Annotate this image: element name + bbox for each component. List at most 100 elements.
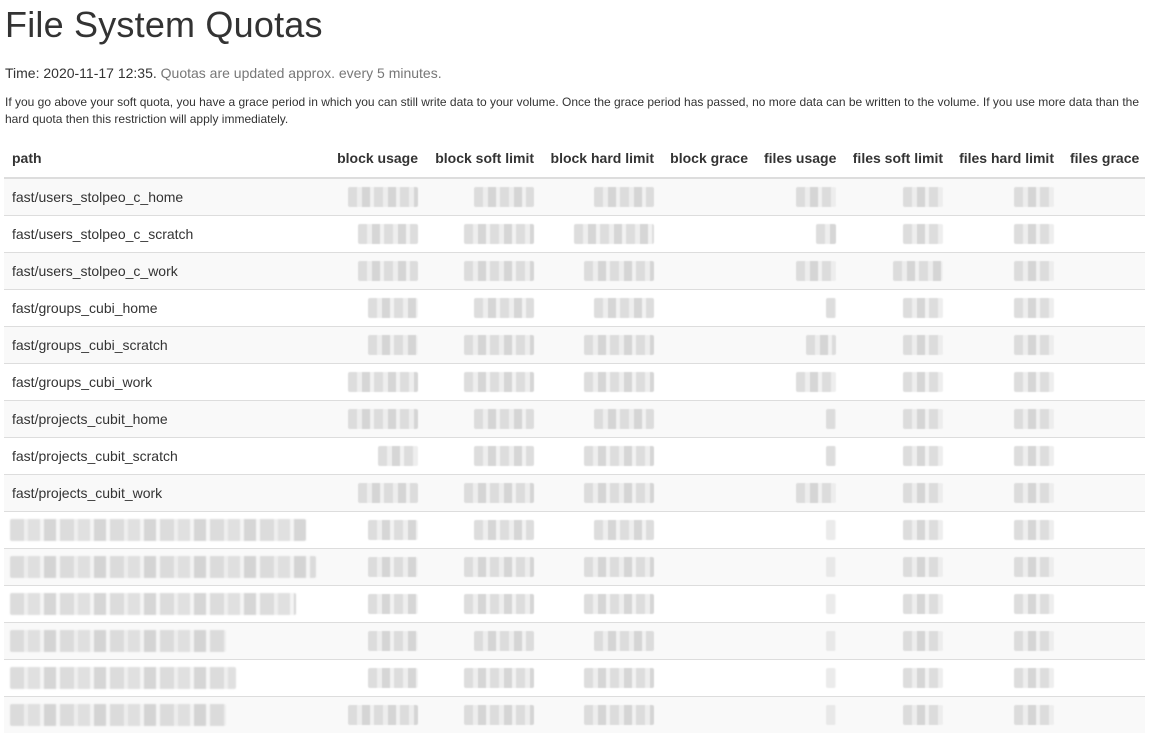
value-cell-block-usage	[329, 326, 426, 364]
value-cell-files-grace	[1062, 696, 1145, 733]
path-cell	[4, 511, 329, 549]
redacted-value	[368, 520, 418, 540]
value-cell-block-grace	[662, 177, 756, 216]
redacted-value	[796, 261, 836, 281]
value-cell-block-hard-limit	[542, 696, 662, 733]
value-cell-files-soft-limit	[844, 177, 951, 216]
value-cell-files-soft-limit	[844, 659, 951, 697]
redacted-value	[358, 224, 418, 244]
table-row	[4, 622, 1145, 660]
redacted-value	[903, 224, 943, 244]
value-cell-block-hard-limit	[542, 252, 662, 290]
redacted-value	[368, 298, 418, 318]
redacted-value	[1014, 372, 1054, 392]
redacted-value	[1014, 668, 1054, 688]
value-cell-block-soft-limit	[426, 548, 542, 586]
column-header-files-grace: files grace	[1062, 138, 1145, 179]
quota-page: File System Quotas Time: 2020-11-17 12:3…	[0, 5, 1152, 733]
value-cell-block-soft-limit	[426, 289, 542, 327]
value-cell-block-usage	[329, 400, 426, 438]
time-line: Time: 2020-11-17 12:35. Quotas are updat…	[5, 63, 1148, 83]
path-cell: fast/users_stolpeo_c_scratch	[4, 215, 329, 253]
redacted-value	[796, 372, 836, 392]
redacted-value	[826, 520, 836, 540]
path-cell: fast/projects_cubit_home	[4, 400, 329, 438]
value-cell-files-usage	[756, 696, 844, 733]
value-cell-files-usage	[756, 326, 844, 364]
column-header-files-hard-limit: files hard limit	[951, 138, 1062, 179]
value-cell-files-hard-limit	[951, 622, 1062, 660]
table-header: path block usage block soft limit block har…	[4, 138, 1145, 179]
value-cell-block-grace	[662, 696, 756, 733]
value-cell-block-usage	[329, 474, 426, 512]
redacted-value	[378, 446, 418, 466]
value-cell-files-hard-limit	[951, 437, 1062, 475]
value-cell-files-hard-limit	[951, 289, 1062, 327]
value-cell-files-grace	[1062, 437, 1145, 475]
table-row: fast/users_stolpeo_c_work	[4, 252, 1145, 290]
value-cell-files-soft-limit	[844, 696, 951, 733]
path-cell: fast/groups_cubi_scratch	[4, 326, 329, 364]
value-cell-files-grace	[1062, 474, 1145, 512]
value-cell-files-usage	[756, 289, 844, 327]
value-cell-block-soft-limit	[426, 252, 542, 290]
redacted-value	[464, 594, 534, 614]
value-cell-files-hard-limit	[951, 474, 1062, 512]
redacted-value	[348, 409, 418, 429]
redacted-value	[903, 372, 943, 392]
value-cell-block-soft-limit	[426, 585, 542, 623]
value-cell-files-hard-limit	[951, 252, 1062, 290]
redacted-value	[1014, 261, 1054, 281]
value-cell-block-hard-limit	[542, 215, 662, 253]
value-cell-block-usage	[329, 585, 426, 623]
redacted-value	[358, 261, 418, 281]
redacted-value	[826, 705, 836, 725]
redacted-value	[368, 594, 418, 614]
redacted-value	[1014, 705, 1054, 725]
redacted-path	[10, 630, 226, 652]
table-row: fast/groups_cubi_work	[4, 363, 1145, 401]
value-cell-block-soft-limit	[426, 326, 542, 364]
table-row: fast/projects_cubit_home	[4, 400, 1145, 438]
value-cell-files-usage	[756, 252, 844, 290]
redacted-value	[584, 483, 654, 503]
value-cell-block-grace	[662, 215, 756, 253]
value-cell-block-grace	[662, 548, 756, 586]
redacted-value	[464, 483, 534, 503]
column-header-files-soft-limit: files soft limit	[844, 138, 951, 179]
redacted-value	[584, 668, 654, 688]
redacted-value	[826, 594, 836, 614]
redacted-value	[358, 483, 418, 503]
redacted-value	[464, 261, 534, 281]
value-cell-block-usage	[329, 177, 426, 216]
value-cell-files-grace	[1062, 252, 1145, 290]
table-row	[4, 696, 1145, 733]
value-cell-block-usage	[329, 511, 426, 549]
value-cell-files-soft-limit	[844, 363, 951, 401]
redacted-value	[368, 335, 418, 355]
column-header-files-usage: files usage	[756, 138, 844, 179]
value-cell-files-soft-limit	[844, 400, 951, 438]
redacted-value	[903, 705, 943, 725]
value-cell-block-grace	[662, 252, 756, 290]
value-cell-block-soft-limit	[426, 622, 542, 660]
redacted-value	[464, 335, 534, 355]
redacted-value	[1014, 298, 1054, 318]
redacted-value	[903, 483, 943, 503]
value-cell-block-grace	[662, 437, 756, 475]
table-row: fast/groups_cubi_scratch	[4, 326, 1145, 364]
value-cell-block-hard-limit	[542, 437, 662, 475]
redacted-value	[474, 520, 534, 540]
redacted-value	[594, 631, 654, 651]
redacted-value	[594, 520, 654, 540]
redacted-value	[893, 261, 943, 281]
value-cell-block-soft-limit	[426, 177, 542, 216]
table-body: fast/users_stolpeo_c_home fast/users_stol…	[4, 177, 1145, 733]
redacted-value	[826, 446, 836, 466]
value-cell-block-hard-limit	[542, 622, 662, 660]
redacted-value	[368, 557, 418, 577]
value-cell-files-soft-limit	[844, 289, 951, 327]
value-cell-files-soft-limit	[844, 215, 951, 253]
redacted-value	[1014, 520, 1054, 540]
value-cell-files-hard-limit	[951, 548, 1062, 586]
